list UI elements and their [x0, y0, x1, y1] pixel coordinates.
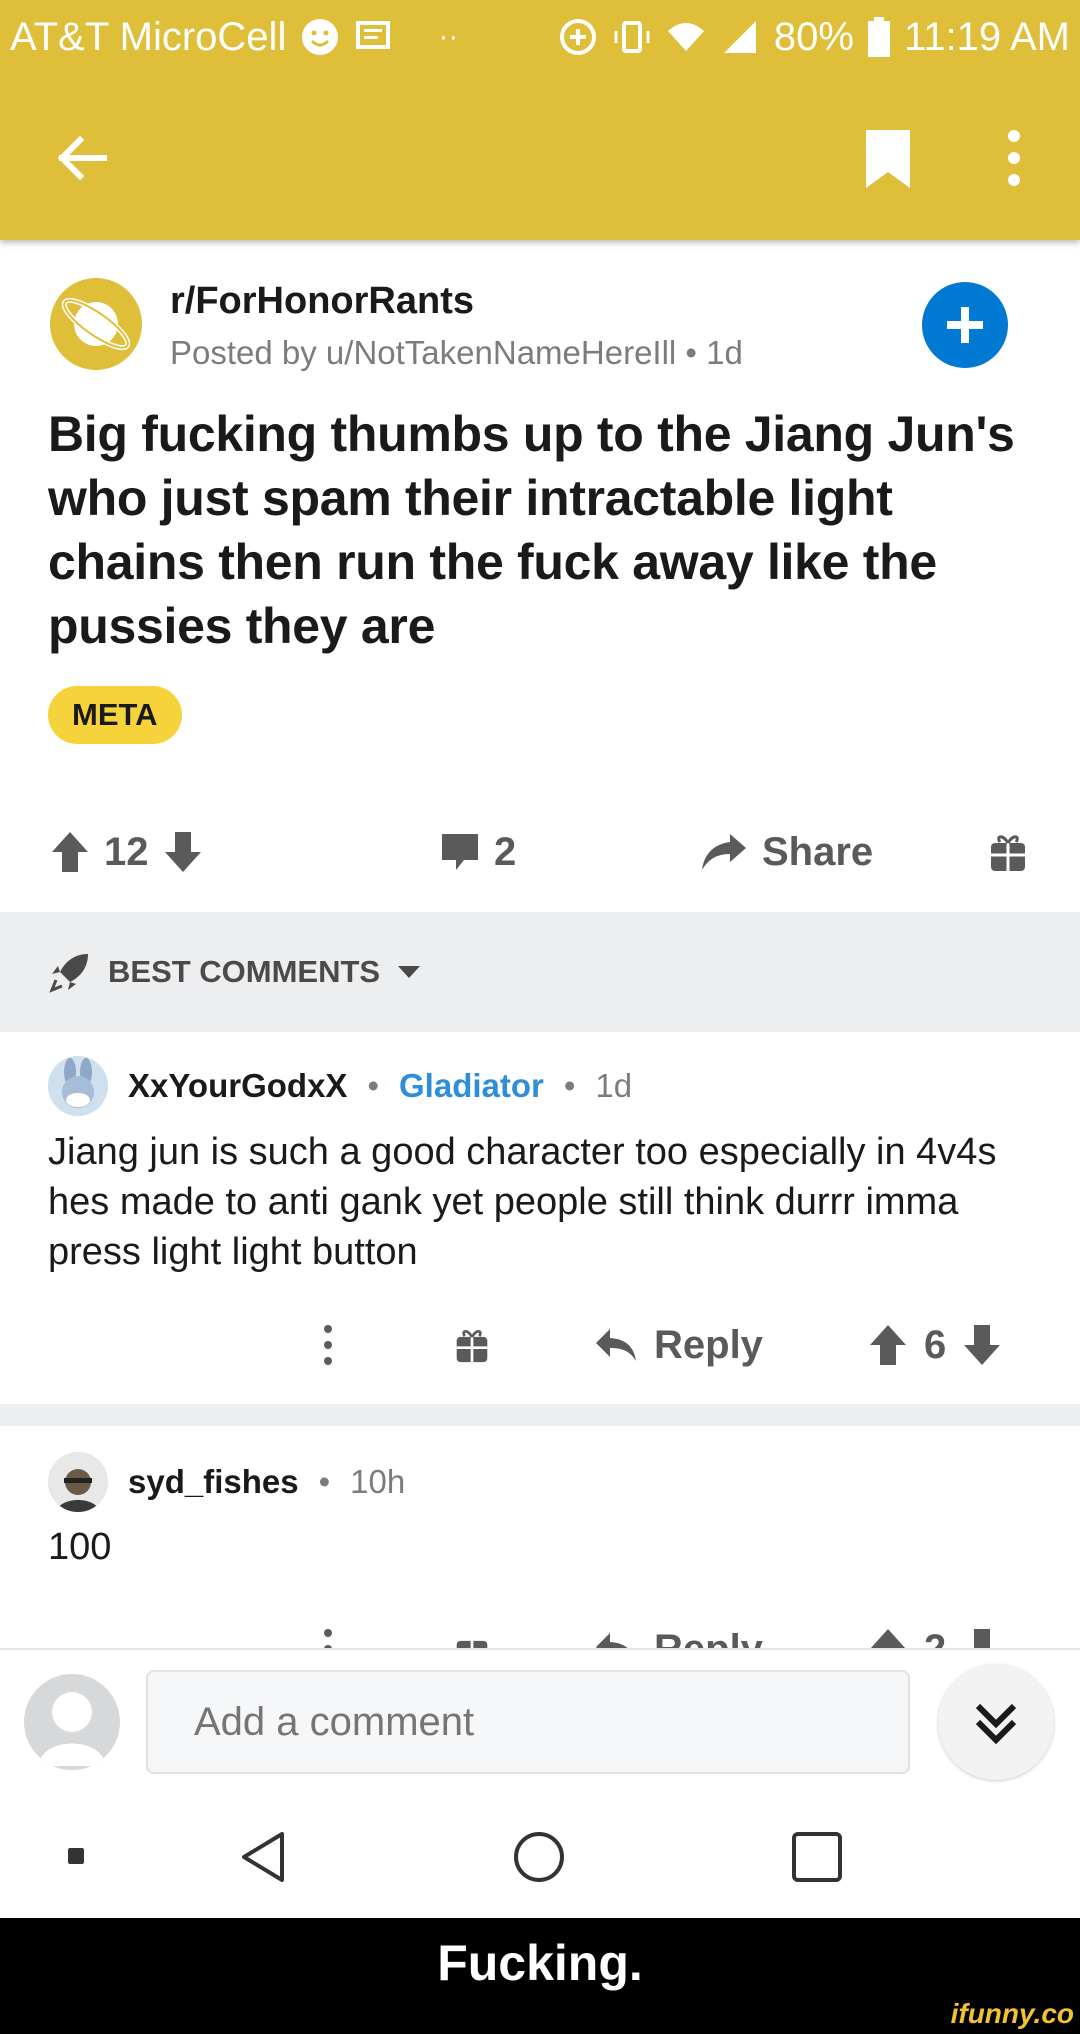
more-options-icon[interactable] [318, 1323, 338, 1367]
meta-dot: • [318, 1463, 331, 1500]
more-options-icon[interactable] [318, 1627, 338, 1648]
share-label: Share [762, 829, 874, 874]
post-action-bar: 12 2 Share [0, 812, 1080, 892]
downvote-icon[interactable] [962, 1323, 1002, 1367]
status-bar: AT&T MicroCell ·· 80% 11:19 AM [10, 12, 1070, 62]
comment-action-bar: Reply 2 [0, 1614, 1080, 1648]
data-saver-icon [559, 19, 596, 55]
comment-header: XxYourGodxX • Gladiator • 1d [48, 1056, 632, 1116]
posted-by[interactable]: Posted by u/NotTakenNameHereIll • 1d [170, 334, 743, 372]
reply-icon [596, 1633, 628, 1648]
comment-count: 2 [494, 829, 517, 874]
watermark: ifunny.co [950, 1998, 1074, 2029]
nav-recents-icon[interactable] [790, 1830, 844, 1884]
battery-percent: 80% [773, 14, 854, 59]
comment-header: syd_fishes • 10h [48, 1452, 405, 1512]
nav-home-icon[interactable] [512, 1830, 566, 1884]
battery-icon [867, 17, 890, 57]
bunny-avatar-icon [48, 1056, 108, 1116]
nav-dot-icon [68, 1848, 84, 1864]
carrier-label: AT&T MicroCell [10, 14, 287, 59]
share-button[interactable]: Share [700, 812, 873, 892]
comment-username[interactable]: syd_fishes [128, 1463, 299, 1501]
person-avatar-icon [48, 1452, 108, 1512]
comment-score: 6 [924, 1322, 947, 1367]
upvote-icon[interactable] [868, 1323, 908, 1367]
upvote-icon[interactable] [50, 830, 90, 874]
comments-button[interactable]: 2 [440, 812, 516, 892]
sort-label: BEST COMMENTS [108, 954, 381, 989]
post-score: 12 [104, 829, 149, 874]
dots-icon: ·· [438, 20, 459, 53]
comment-body: 100 [48, 1526, 112, 1568]
downvote-icon[interactable] [962, 1627, 1002, 1648]
comment-divider [0, 1404, 1080, 1426]
downvote-icon[interactable] [163, 830, 203, 874]
meme-caption: Fucking. [437, 1935, 643, 1991]
double-chevron-down-icon [975, 1703, 1017, 1745]
user-flair: Gladiator [399, 1067, 544, 1104]
nav-back-icon[interactable] [238, 1830, 288, 1884]
comment-action-bar: Reply 6 [0, 1310, 1080, 1380]
my-avatar[interactable] [24, 1674, 120, 1770]
comment-username[interactable]: XxYourGodxX [128, 1067, 347, 1105]
award-icon[interactable] [454, 1325, 490, 1365]
upvote-icon[interactable] [868, 1627, 908, 1648]
wifi-icon [667, 23, 704, 51]
reply-label: Reply [654, 1627, 763, 1649]
collapse-comments-button[interactable] [938, 1664, 1054, 1780]
add-comment-input[interactable] [146, 1670, 910, 1774]
meta-dot: • [563, 1067, 576, 1104]
clock: 11:19 AM [903, 14, 1070, 59]
comment-icon [442, 834, 478, 870]
post-flair[interactable]: META [48, 686, 182, 744]
reply-label: Reply [654, 1322, 763, 1367]
reply-icon [596, 1329, 636, 1361]
comment-age: 1d [595, 1067, 633, 1104]
comment-score: 2 [924, 1627, 946, 1649]
chevron-down-icon [398, 966, 421, 978]
vibrate-icon [614, 21, 650, 53]
award-icon[interactable] [988, 831, 1028, 873]
user-avatar[interactable] [48, 1056, 108, 1116]
plus-icon [947, 307, 983, 343]
signal-icon [723, 21, 756, 53]
award-icon[interactable] [454, 1629, 490, 1648]
planet-icon [61, 297, 131, 351]
smiley-icon [302, 19, 339, 55]
message-icon [356, 21, 391, 49]
subreddit-name[interactable]: r/ForHonorRants [170, 280, 474, 323]
meta-dot: • [367, 1067, 379, 1104]
comment-age: 10h [350, 1463, 406, 1500]
join-button[interactable] [922, 282, 1008, 368]
post-title: Big fucking thumbs up to the Jiang Jun's… [48, 406, 1015, 654]
rocket-icon [49, 954, 88, 993]
share-icon [702, 834, 746, 870]
bookmark-icon[interactable] [864, 128, 912, 190]
back-arrow-icon[interactable] [52, 128, 112, 188]
reply-button[interactable]: Reply [594, 1614, 763, 1648]
default-user-icon [38, 1692, 106, 1766]
subreddit-avatar[interactable] [50, 278, 142, 370]
user-avatar[interactable] [48, 1452, 108, 1512]
comment-body: Jiang jun is such a good character too e… [48, 1131, 997, 1273]
reply-button[interactable]: Reply [594, 1310, 763, 1380]
more-options-icon[interactable] [1002, 128, 1026, 188]
sort-dropdown[interactable]: BEST COMMENTS [48, 950, 422, 994]
